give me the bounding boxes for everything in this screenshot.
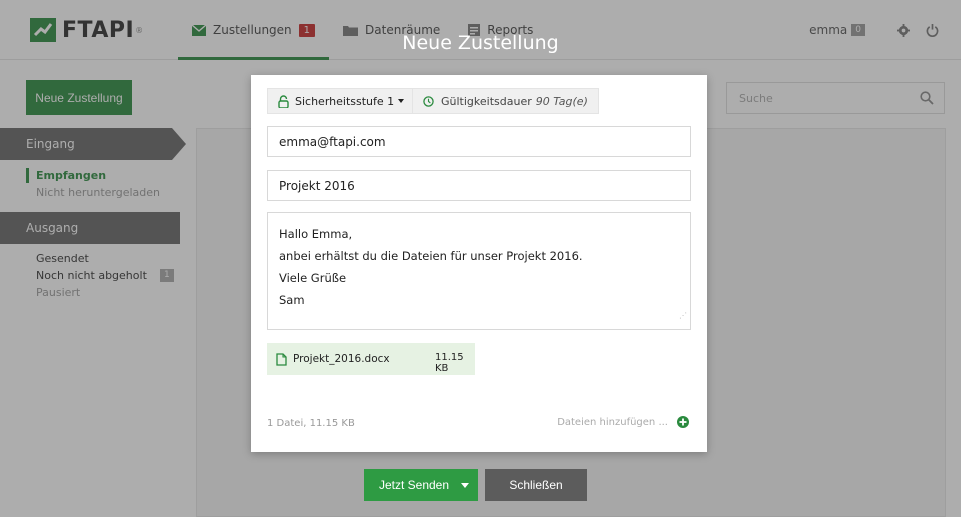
- new-delivery-dialog: Sicherheitsstufe 1 Gültigkeitsdauer 90 T…: [251, 75, 707, 452]
- recipient-field[interactable]: emma@ftapi.com: [267, 126, 691, 157]
- validity-value: 90 Tag(e): [535, 94, 588, 108]
- plus-circle-icon[interactable]: [677, 416, 689, 428]
- resize-grip-icon[interactable]: ⋰: [679, 305, 687, 327]
- attachment-summary: 1 Datei, 11.15 KB: [267, 418, 355, 429]
- message-line: anbei erhältst du die Dateien für unser …: [279, 249, 583, 263]
- message-line: Hallo Emma,: [279, 227, 353, 241]
- clock-icon: [423, 95, 434, 107]
- subject-field[interactable]: Projekt 2016: [267, 170, 691, 201]
- chevron-down-icon: [461, 482, 469, 488]
- modal-title: Neue Zustellung: [402, 32, 559, 54]
- validity-period-selector[interactable]: Gültigkeitsdauer 90 Tag(e): [412, 88, 599, 114]
- file-size: 11.15 KB: [435, 352, 464, 374]
- validity-label: Gültigkeitsdauer: [441, 94, 532, 108]
- document-icon: [276, 352, 287, 366]
- lock-icon: [278, 94, 289, 108]
- message-line: Viele Grüße: [279, 271, 347, 285]
- add-files-label: Dateien hinzufügen ...: [557, 416, 668, 428]
- security-level-label: Sicherheitsstufe 1: [295, 94, 395, 108]
- send-now-button[interactable]: Jetzt Senden: [364, 469, 478, 501]
- add-files-link[interactable]: Dateien hinzufügen ...: [557, 416, 689, 428]
- chevron-down-icon: [398, 99, 405, 103]
- send-now-label: Jetzt Senden: [378, 478, 450, 492]
- file-name: Projekt_2016.docx: [293, 353, 390, 365]
- message-textarea[interactable]: Hallo Emma, anbei erhältst du die Dateie…: [267, 212, 691, 330]
- security-level-dropdown[interactable]: Sicherheitsstufe 1: [267, 88, 416, 114]
- close-button[interactable]: Schließen: [485, 469, 587, 501]
- attached-file[interactable]: Projekt_2016.docx 11.15 KB: [267, 343, 475, 375]
- send-options-toggle[interactable]: [452, 469, 478, 501]
- message-line: Sam: [279, 293, 305, 307]
